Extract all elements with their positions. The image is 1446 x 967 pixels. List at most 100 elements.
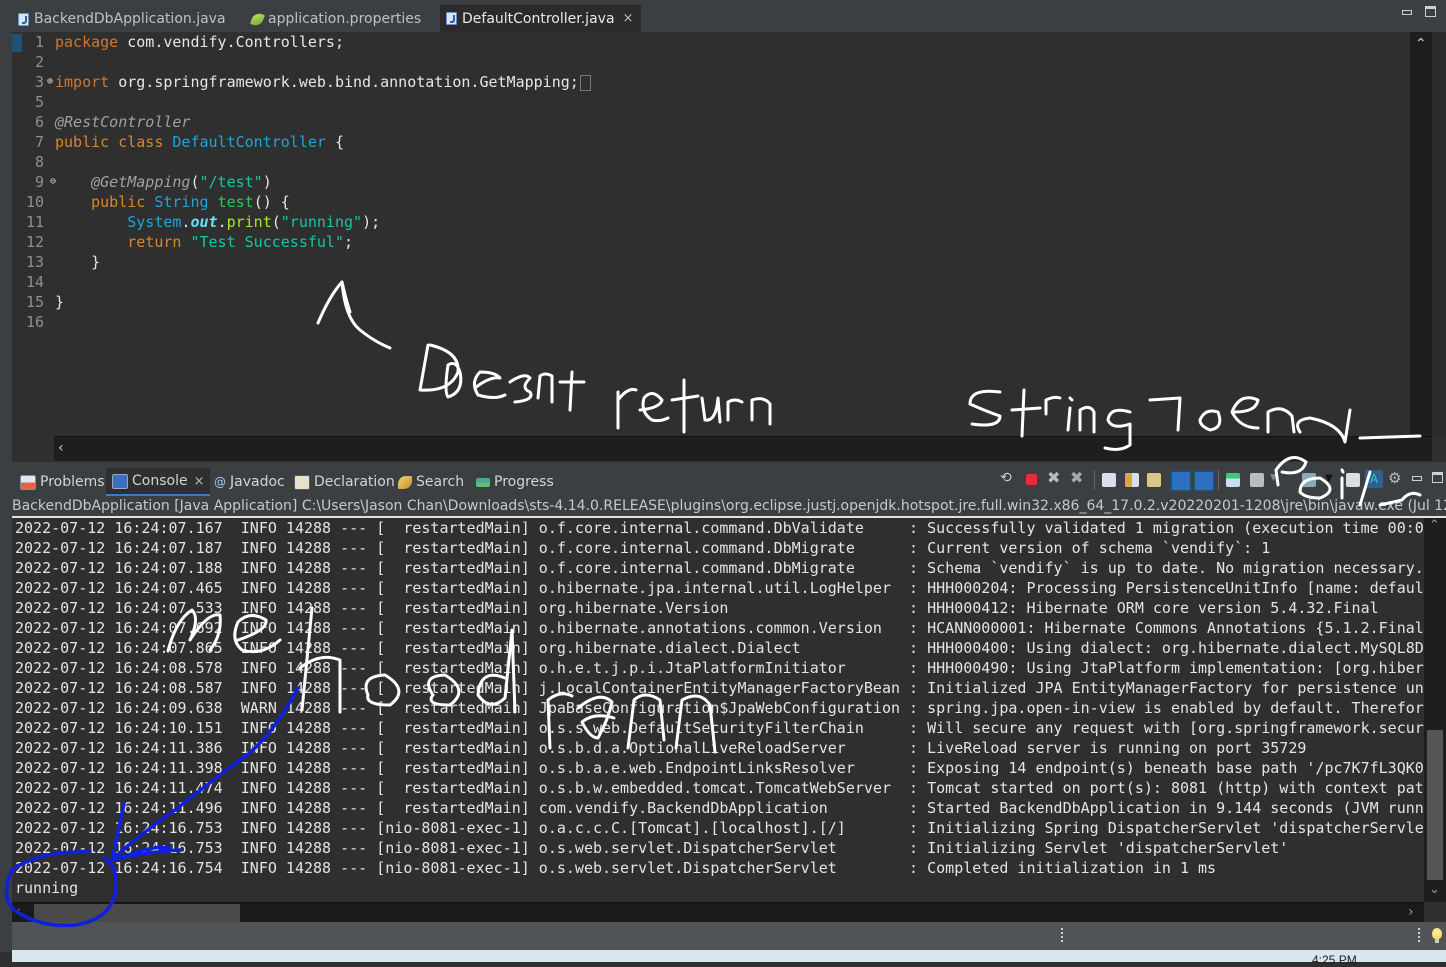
editor-tab-bar: BackendDbApplication.java application.pr… bbox=[0, 0, 1446, 32]
chevron-down-icon[interactable]: ⌄ bbox=[1429, 882, 1440, 897]
ansi-console-icon[interactable]: A bbox=[1365, 470, 1383, 488]
search-icon bbox=[398, 475, 412, 489]
console-line: 2022-07-12 16:24:07.167 INFO 14288 --- [… bbox=[15, 519, 1424, 537]
tab-application-properties[interactable]: application.properties bbox=[250, 6, 422, 32]
collapsed-imports-icon[interactable] bbox=[579, 74, 591, 91]
code-line-15: 15} bbox=[25, 293, 65, 311]
console-line: 2022-07-12 16:24:11.386 INFO 14288 --- [… bbox=[15, 739, 1307, 757]
display-selected-console-icon[interactable] bbox=[1250, 473, 1264, 487]
code-line-9: 9 ⊖ @GetMapping("/test") bbox=[34, 172, 272, 192]
close-icon[interactable]: × bbox=[623, 7, 634, 31]
console-line-running: running bbox=[15, 879, 79, 897]
console-line: 2022-07-12 16:24:07.865 INFO 14288 --- [… bbox=[15, 639, 1424, 657]
chevron-up-icon[interactable]: ⌃ bbox=[1415, 36, 1427, 52]
console-menu-icon[interactable]: ▼ bbox=[1325, 473, 1339, 487]
maximize-editor-button[interactable] bbox=[1425, 6, 1436, 17]
scrollbar-thumb[interactable] bbox=[34, 904, 240, 922]
windows-taskbar: 4:25 PM bbox=[12, 950, 1446, 967]
tab-defaultcontroller[interactable]: DefaultController.java × bbox=[440, 5, 642, 32]
views-tab-bar: Problems Console × @ Javadoc Declaration… bbox=[12, 462, 1446, 496]
code-line-6: 6 @RestController bbox=[34, 113, 191, 131]
lightbulb-icon[interactable] bbox=[1432, 928, 1442, 943]
remove-launch-icon[interactable]: ✖ bbox=[1047, 468, 1061, 487]
java-file-icon bbox=[18, 12, 29, 26]
console-line: 2022-07-12 16:24:16.754 INFO 14288 --- [… bbox=[15, 859, 1217, 877]
code-line-5: 5 bbox=[34, 93, 44, 111]
fold-expand-icon[interactable]: ⊕ bbox=[47, 72, 53, 92]
tab-declaration[interactable]: Declaration bbox=[294, 471, 395, 493]
show-on-stdout-icon[interactable] bbox=[1170, 470, 1192, 492]
console-line: 2022-07-12 16:24:11.474 INFO 14288 --- [… bbox=[15, 779, 1424, 797]
minimize-editor-button[interactable] bbox=[1402, 10, 1412, 15]
console-icon bbox=[112, 473, 128, 489]
console-line: 2022-07-12 16:24:16.753 INFO 14288 --- [… bbox=[15, 819, 1424, 837]
remove-all-terminated-icon[interactable]: ✖ bbox=[1070, 468, 1084, 487]
editor-horizontal-scrollbar[interactable]: ‹ bbox=[54, 436, 1432, 461]
code-line-14: 14 bbox=[25, 273, 44, 291]
tab-label: BackendDbApplication.java bbox=[34, 11, 226, 27]
scrollbar-thumb[interactable] bbox=[1427, 730, 1443, 880]
tab-search[interactable]: Search bbox=[398, 471, 464, 493]
console-horizontal-scrollbar[interactable]: ‹ › bbox=[12, 902, 1424, 923]
console-line: 2022-07-12 16:24:09.638 WARN 14288 --- [… bbox=[15, 699, 1424, 717]
console-line: 2022-07-12 16:24:16.753 INFO 14288 --- [… bbox=[15, 839, 1289, 857]
declaration-icon bbox=[294, 474, 310, 490]
console-vertical-scrollbar[interactable]: ⌃ ⌄ bbox=[1424, 518, 1446, 902]
console-line: 2022-07-12 16:24:08.587 INFO 14288 --- [… bbox=[15, 679, 1424, 697]
code-editor[interactable]: 1 package com.vendify.Controllers; 2 3 ⊕ im… bbox=[12, 32, 1410, 436]
properties-file-icon bbox=[250, 11, 265, 27]
code-line-12: 12 return "Test Successful"; bbox=[25, 233, 354, 251]
console-line: 2022-07-12 16:24:07.533 INFO 14288 --- [… bbox=[15, 599, 1379, 617]
tab-problems[interactable]: Problems bbox=[20, 471, 105, 493]
code-line-11: 11 System.out.print("running"); bbox=[25, 213, 381, 231]
code-line-10: 10 public String test() { bbox=[25, 193, 290, 211]
open-console-icon[interactable] bbox=[1302, 473, 1316, 487]
code-line-1: 1 package com.vendify.Controllers; bbox=[34, 33, 344, 51]
terminate-icon[interactable] bbox=[1026, 474, 1037, 485]
fold-collapse-icon[interactable]: ⊖ bbox=[50, 172, 56, 192]
maximize-icon[interactable] bbox=[1432, 472, 1443, 483]
console-output[interactable]: 2022-07-12 16:24:07.167 INFO 14288 --- [… bbox=[12, 518, 1424, 904]
settings-icon[interactable]: ⚙ bbox=[1388, 469, 1402, 487]
chevron-left-icon[interactable]: ‹ bbox=[16, 904, 21, 919]
overview-ruler bbox=[1432, 32, 1446, 436]
java-file-icon bbox=[446, 12, 457, 25]
tab-label: application.properties bbox=[268, 11, 422, 27]
code-line-3: 3 ⊕ import org.springframework.web.bind.an… bbox=[12, 72, 591, 92]
console-line: 2022-07-12 16:24:08.578 INFO 14288 --- [… bbox=[15, 659, 1424, 677]
status-divider bbox=[1418, 928, 1420, 944]
dropdown-icon[interactable]: ▼ bbox=[1270, 473, 1284, 487]
console-line: 2022-07-12 16:24:11.398 INFO 14288 --- [… bbox=[15, 759, 1424, 777]
editor-vertical-scrollbar[interactable]: ⌃ bbox=[1410, 32, 1432, 436]
left-trim bbox=[0, 32, 12, 952]
chevron-right-icon[interactable]: › bbox=[1408, 904, 1414, 920]
tab-console[interactable]: Console × bbox=[106, 468, 211, 496]
tab-backenddbapplication[interactable]: BackendDbApplication.java bbox=[18, 6, 226, 32]
close-icon[interactable]: × bbox=[194, 474, 205, 489]
chevron-up-icon[interactable]: ⌃ bbox=[1429, 518, 1440, 533]
toolbar-separator bbox=[1218, 470, 1219, 490]
relaunch-icon[interactable]: ⟲ bbox=[1000, 470, 1014, 486]
code-line-2: 2 bbox=[34, 53, 44, 71]
tab-javadoc[interactable]: @ Javadoc bbox=[214, 471, 285, 493]
code-line-13: 13 } bbox=[25, 253, 101, 271]
code-line-7: 7 public class DefaultController { bbox=[34, 133, 344, 151]
pin-console-icon[interactable] bbox=[1226, 473, 1240, 487]
tab-progress[interactable]: Progress bbox=[476, 471, 554, 493]
minimize-icon[interactable] bbox=[1412, 476, 1422, 481]
show-on-stderr-icon[interactable] bbox=[1193, 470, 1215, 492]
console-view-icon[interactable] bbox=[1346, 473, 1360, 487]
scroll-lock-icon[interactable] bbox=[1125, 473, 1139, 487]
console-process-label: BackendDbApplication [Java Application] … bbox=[12, 496, 1446, 518]
console-line: 2022-07-12 16:24:11.496 INFO 14288 --- [… bbox=[15, 799, 1424, 817]
clear-console-icon[interactable] bbox=[1102, 473, 1116, 487]
word-wrap-icon[interactable] bbox=[1147, 473, 1161, 487]
problems-icon bbox=[20, 474, 36, 490]
chevron-left-icon[interactable]: ‹ bbox=[58, 440, 64, 456]
console-line: 2022-07-12 16:24:07.692 INFO 14288 --- [… bbox=[15, 619, 1424, 637]
javadoc-icon: @ bbox=[214, 475, 226, 489]
console-line: 2022-07-12 16:24:10.151 INFO 14288 --- [… bbox=[15, 719, 1424, 737]
tab-label: DefaultController.java bbox=[462, 10, 615, 27]
taskbar-clock: 4:25 PM bbox=[1312, 953, 1357, 967]
code-line-8: 8 bbox=[34, 153, 44, 171]
